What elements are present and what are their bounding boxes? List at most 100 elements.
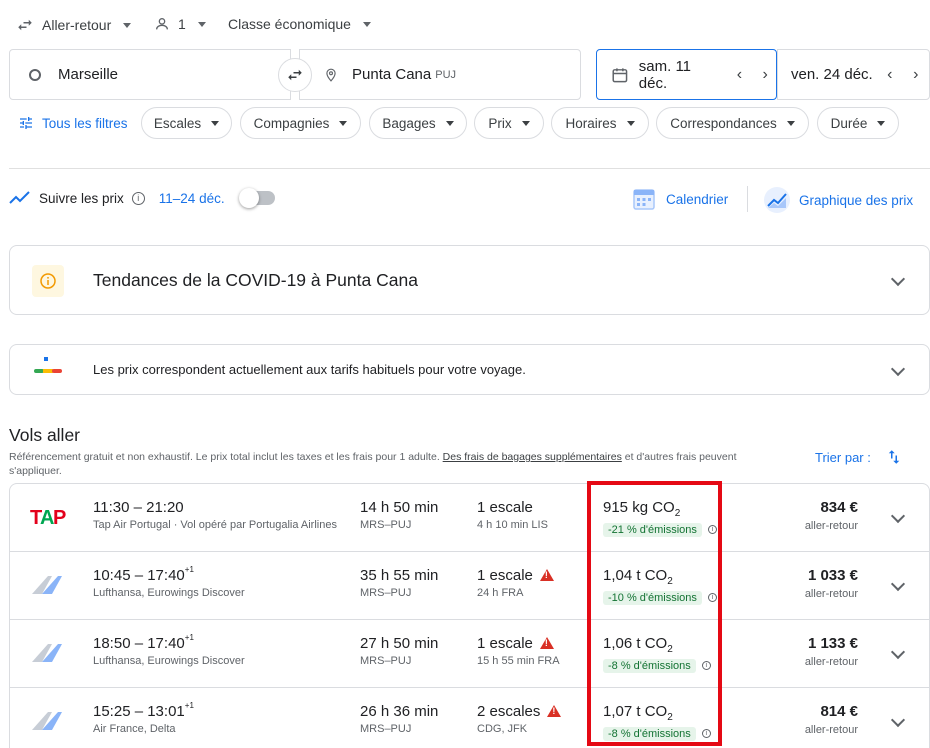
sort-label: Trier par : [815,449,871,465]
filter-chip-compagnies[interactable]: Compagnies [240,107,361,139]
stops-block: 2 escales CDG, JFK [477,703,562,735]
chip-label: Prix [488,115,512,131]
chip-label: Durée [830,115,868,131]
track-prices-label: Suivre les prix [39,190,124,206]
stops-count: 1 escale [477,567,533,584]
trend-line-icon [9,191,30,204]
vertical-divider [747,186,748,212]
stop-details: 24 h FRA [477,587,524,599]
stops-block: 1 escale 24 h FRA [477,567,554,599]
swap-button[interactable] [278,58,312,92]
filter-chip-escales[interactable]: Escales [141,107,232,139]
filter-chip-duree[interactable]: Durée [817,107,899,139]
flight-times: 11:30 – 21:20 [93,499,184,516]
stops-count: 2 escales [477,703,541,720]
airline-logo [30,710,64,735]
info-icon[interactable]: i [707,593,717,603]
stop-details: 4 h 10 min LIS [477,519,548,531]
warning-icon [547,705,562,717]
price-graph-button[interactable]: Graphique des prix [763,186,913,214]
calendar-button[interactable]: Calendrier [632,187,728,211]
price-insight-card[interactable]: Les prix correspondent actuellement aux … [9,344,930,395]
cabin-class-dropdown[interactable]: Classe économique [228,16,371,32]
disclaimer-text: Référencement gratuit et non exhaustif. … [9,451,443,463]
results-heading: Vols aller [9,425,81,445]
destination-value: Punta Cana [352,66,432,83]
info-icon[interactable]: i [131,191,145,205]
chevron-right-icon: › [913,65,919,83]
destination-field[interactable]: Punta Cana PUJ [299,49,581,100]
sort-button[interactable]: Trier par : [815,448,903,466]
return-next-button[interactable]: › [905,64,927,86]
info-icon[interactable]: i [701,661,711,671]
emissions-badge: -8 % d'émissions [603,659,696,673]
expand-chevron-icon[interactable] [890,644,906,660]
flight-row[interactable]: 18:50 – 17:40+1 Lufthansa, Eurowings Disc… [10,620,929,688]
airline-names: Lufthansa, Eurowings Discover [93,587,245,599]
flight-route: MRS–PUJ [360,655,412,667]
emissions-badge: -21 % d'émissions [603,523,702,537]
caret-down-icon [362,21,371,27]
stops-count: 1 escale [477,635,533,652]
airline-logo [30,642,64,667]
swap-arrows-icon [18,19,32,31]
covid-trends-card[interactable]: Tendances de la COVID-19 à Punta Cana [9,245,930,315]
passengers-dropdown[interactable]: 1 [154,16,206,32]
trip-type-dropdown[interactable]: Aller-retour [16,16,132,34]
flight-row[interactable]: 10:45 – 17:40+1 Lufthansa, Eurowings Disc… [10,552,929,620]
chevron-right-icon: › [762,65,768,83]
co2-subscript: 2 [667,644,673,655]
caret-down-icon [877,120,886,126]
depart-next-button[interactable]: › [754,64,776,86]
co2-value: 915 kg CO [603,499,675,516]
info-icon[interactable]: i [701,729,711,739]
covid-info-badge [32,265,64,297]
location-pin-icon [326,68,336,82]
info-icon[interactable]: i [707,525,717,535]
filter-chip-horaires[interactable]: Horaires [551,107,649,139]
price-block: 834 € aller-retour [770,499,858,532]
toggle-knob [238,188,259,208]
all-filters-button[interactable]: Tous les filtres [18,115,128,131]
airline-names: Lufthansa, Eurowings Discover [93,655,245,667]
duration-block: 26 h 36 min MRS–PUJ [360,703,438,735]
chip-label: Correspondances [670,115,777,131]
flight-price: 1 033 € [807,567,858,584]
origin-field[interactable]: Marseille [9,49,291,100]
flight-price: 834 € [820,499,858,516]
price-type: aller-retour [804,520,858,532]
expand-chevron-icon[interactable] [890,712,906,728]
baggage-fees-link[interactable]: Des frais de bagages supplémentaires [443,451,622,463]
flight-row[interactable]: 15:25 – 13:01+1 Air France, Delta 26 h 36 … [10,688,929,748]
expand-chevron-icon[interactable] [890,508,906,524]
person-icon [156,18,168,30]
calendar-label: Calendrier [666,191,729,207]
filter-chip-bagages[interactable]: Bagages [369,107,467,139]
trip-type-label: Aller-retour [42,17,112,33]
origin-value: Marseille [58,66,119,83]
flight-route: MRS–PUJ [360,519,412,531]
caret-down-icon [211,120,220,126]
next-day-indicator: +1 [184,633,194,642]
return-date-field[interactable]: ven. 24 déc. ‹ › [777,49,930,100]
flight-duration: 27 h 50 min [360,635,439,652]
calendar-grid-icon [633,189,655,210]
co2-value: 1,06 t CO [603,635,668,652]
caret-down-icon [445,120,454,126]
filter-chip-prix[interactable]: Prix [474,107,544,139]
all-filters-label: Tous les filtres [42,115,128,131]
return-prev-button[interactable]: ‹ [879,64,901,86]
flight-row[interactable]: T A P 11:30 – 21:20 Tap Air Portugal · Vol o… [10,484,929,552]
depart-prev-button[interactable]: ‹ [729,64,751,86]
filter-chip-correspondances[interactable]: Correspondances [656,107,809,139]
flight-route: MRS–PUJ [360,587,412,599]
passengers-count: 1 [178,16,186,32]
caret-down-icon [786,120,795,126]
flight-times: 15:25 – 13:01 [93,703,185,720]
stop-details: 15 h 55 min FRA [477,655,560,667]
depart-date-field[interactable]: sam. 11 déc. ‹ › [596,49,777,100]
track-prices-toggle[interactable] [238,188,275,208]
sort-arrows-icon [888,450,900,464]
flight-price: 814 € [820,703,858,720]
expand-chevron-icon[interactable] [890,576,906,592]
